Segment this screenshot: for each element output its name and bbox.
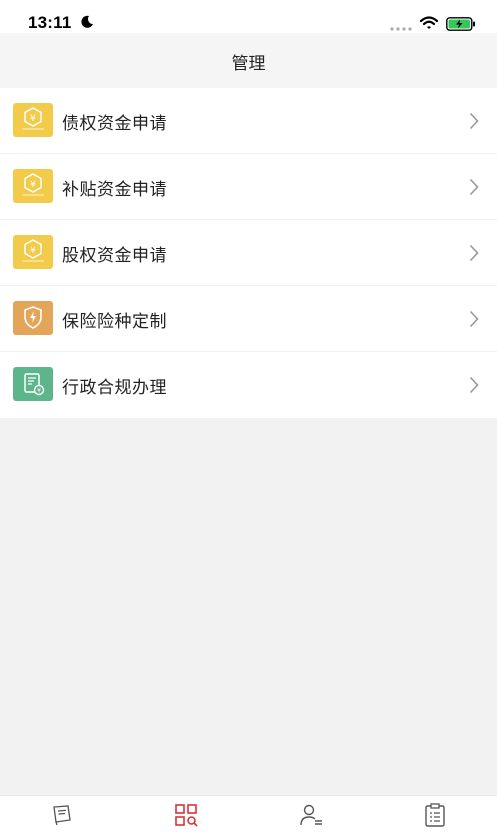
page-title: 管理 — [231, 54, 266, 74]
menu-item-admin-compliance[interactable]: ¥ 行政合规办理 — [0, 352, 497, 418]
menu-list: ¥ 债权资金申请 ¥ 补贴资金申请 ¥ 股权资金申请 保险险种定制 ¥ 行政合规… — [0, 88, 497, 418]
menu-item-equity-funding[interactable]: ¥ 股权资金申请 — [0, 220, 497, 286]
chevron-right-icon — [469, 310, 479, 328]
svg-text:¥: ¥ — [30, 246, 36, 256]
moon-icon — [81, 15, 93, 28]
menu-item-subsidy-funding[interactable]: ¥ 补贴资金申请 — [0, 154, 497, 220]
yuan-hexagon-icon: ¥ — [13, 235, 53, 269]
menu-item-label: 债权资金申请 — [62, 114, 167, 134]
menu-item-debt-funding[interactable]: ¥ 债权资金申请 — [0, 88, 497, 154]
tab-reports[interactable] — [373, 796, 497, 834]
shield-bolt-icon — [13, 301, 53, 335]
chevron-right-icon — [469, 112, 479, 130]
menu-item-label: 保险险种定制 — [62, 312, 167, 332]
yuan-hexagon-icon: ¥ — [13, 103, 53, 137]
chevron-right-icon — [469, 178, 479, 196]
menu-item-insurance-custom[interactable]: 保险险种定制 — [0, 286, 497, 352]
yuan-hexagon-icon: ¥ — [13, 169, 53, 203]
svg-text:¥: ¥ — [37, 388, 41, 395]
clipboard-list-icon — [425, 803, 445, 827]
chevron-right-icon — [469, 376, 479, 394]
user-list-icon — [300, 804, 322, 826]
status-bar: 13:11 — [0, 0, 497, 33]
menu-item-label: 补贴资金申请 — [62, 180, 167, 200]
status-time: 13:11 — [28, 13, 72, 32]
menu-item-label: 行政合规办理 — [62, 378, 167, 398]
svg-text:¥: ¥ — [30, 114, 36, 124]
tab-home[interactable] — [0, 796, 124, 834]
tab-contacts[interactable] — [249, 796, 373, 834]
signal-icon — [390, 27, 412, 31]
battery-charging-icon — [446, 17, 475, 31]
tab-manage[interactable] — [124, 796, 248, 834]
menu-item-label: 股权资金申请 — [62, 246, 167, 266]
chevron-right-icon — [469, 244, 479, 262]
notebook-icon — [53, 805, 71, 826]
wifi-icon — [420, 16, 438, 29]
grid-search-icon — [175, 804, 198, 827]
tab-bar — [0, 795, 497, 834]
document-coin-icon: ¥ — [13, 367, 53, 401]
svg-text:¥: ¥ — [30, 180, 36, 190]
nav-header: 管理 — [0, 33, 497, 88]
